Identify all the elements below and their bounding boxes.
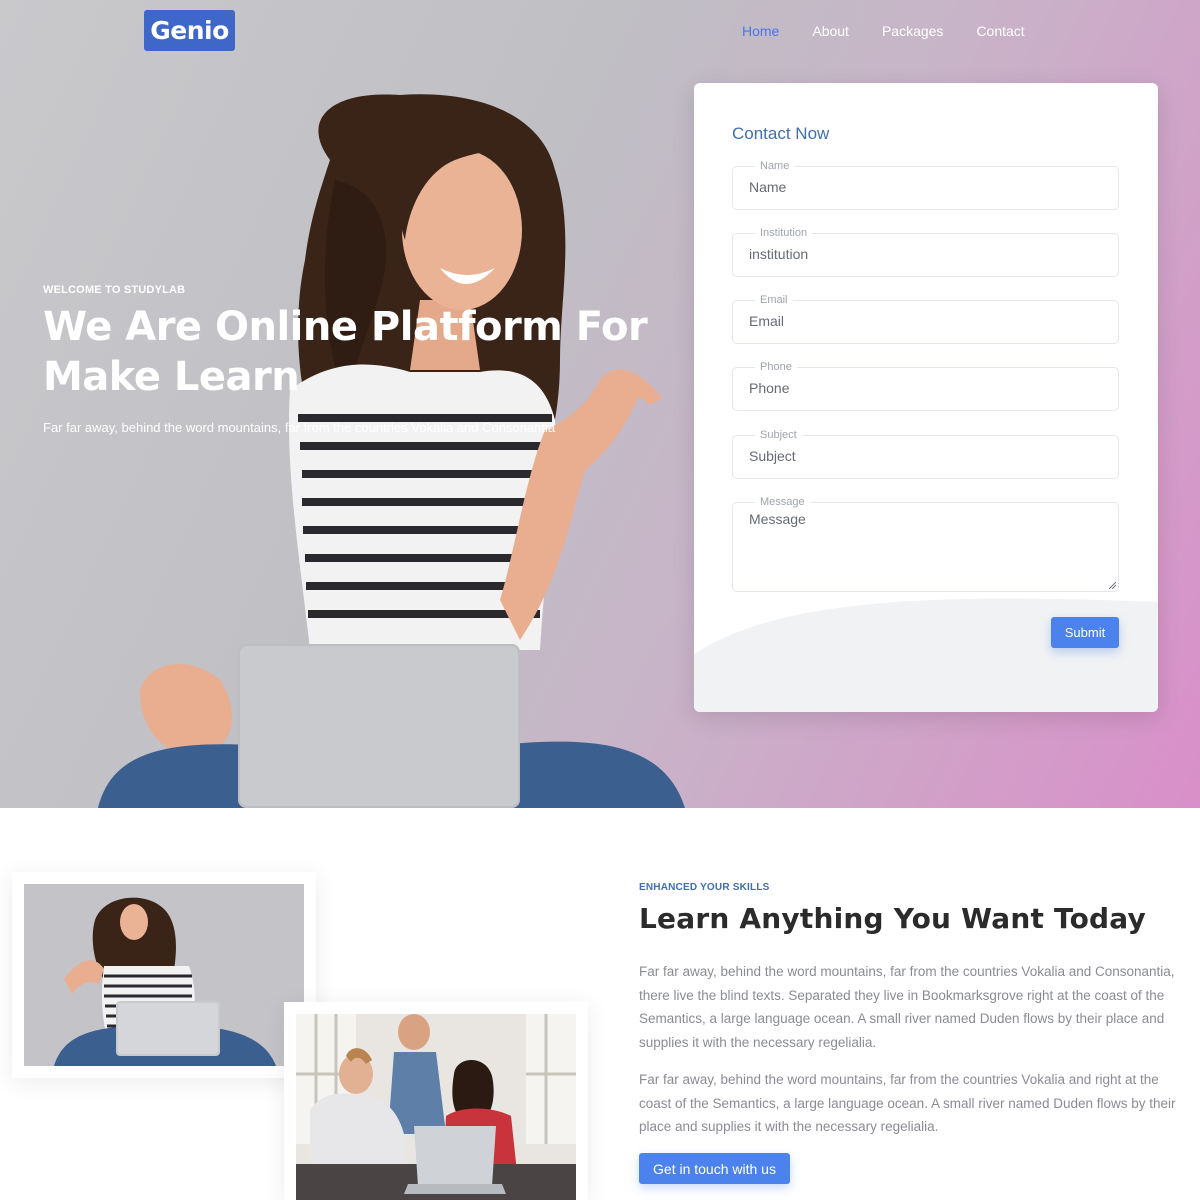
name-input[interactable]: [749, 179, 1089, 195]
get-in-touch-button[interactable]: Get in touch with us: [639, 1153, 790, 1184]
brand-logo[interactable]: Genio: [144, 10, 235, 51]
subject-field: Subject: [732, 428, 1119, 479]
name-field: Name: [732, 159, 1119, 210]
phone-field-label: Phone: [755, 360, 797, 374]
nav-link-contact[interactable]: Contact: [976, 22, 1024, 40]
institution-field-label: Institution: [755, 226, 813, 240]
student-laptop-photo: [24, 884, 304, 1066]
resize-grip-icon[interactable]: [1109, 582, 1116, 589]
card-wave-decoration: [694, 598, 1158, 712]
about-title: Learn Anything You Want Today: [639, 902, 1146, 935]
contact-form-title: Contact Now: [732, 124, 830, 143]
about-paragraph-1: Far far away, behind the word mountains,…: [639, 964, 1175, 1051]
subject-field-label: Subject: [755, 428, 802, 442]
email-field: Email: [732, 293, 1119, 344]
about-paragraph-2: Far far away, behind the word mountains,…: [639, 1072, 1176, 1135]
institution-field: Institution: [732, 226, 1119, 277]
message-field-label: Message: [755, 495, 810, 509]
email-field-label: Email: [755, 293, 793, 307]
message-textarea[interactable]: [749, 511, 1089, 581]
nav-link-about[interactable]: About: [812, 22, 849, 40]
hero-subtitle: Far far away, behind the word mountains,…: [43, 420, 556, 435]
hero-student-photo: [98, 94, 685, 808]
submit-button[interactable]: Submit: [1051, 617, 1119, 648]
nav-link-home[interactable]: Home: [742, 22, 779, 40]
nav-link-packages[interactable]: Packages: [882, 22, 943, 40]
institution-input[interactable]: [749, 246, 1089, 262]
hero-kicker: WELCOME TO STUDYLAB: [43, 284, 186, 296]
about-kicker: ENHANCED YOUR SKILLS: [639, 882, 770, 893]
about-photo-frame-1: [12, 872, 316, 1078]
phone-input[interactable]: [749, 380, 1089, 396]
message-field: Message: [732, 495, 1119, 592]
hero-title: We Are Online Platform For Make Learn: [43, 304, 648, 400]
name-field-label: Name: [755, 159, 795, 173]
subject-input[interactable]: [749, 448, 1089, 464]
hero-section: Genio Home About Packages Contact WELCOM…: [0, 0, 1200, 808]
students-group-photo: [296, 1014, 576, 1200]
email-input[interactable]: [749, 313, 1089, 329]
contact-form-card: Contact Now Name Institution Email Phone…: [694, 83, 1158, 712]
phone-field: Phone: [732, 360, 1119, 411]
about-photo-frame-2: [284, 1002, 588, 1200]
main-nav: Home About Packages Contact: [742, 22, 1025, 40]
